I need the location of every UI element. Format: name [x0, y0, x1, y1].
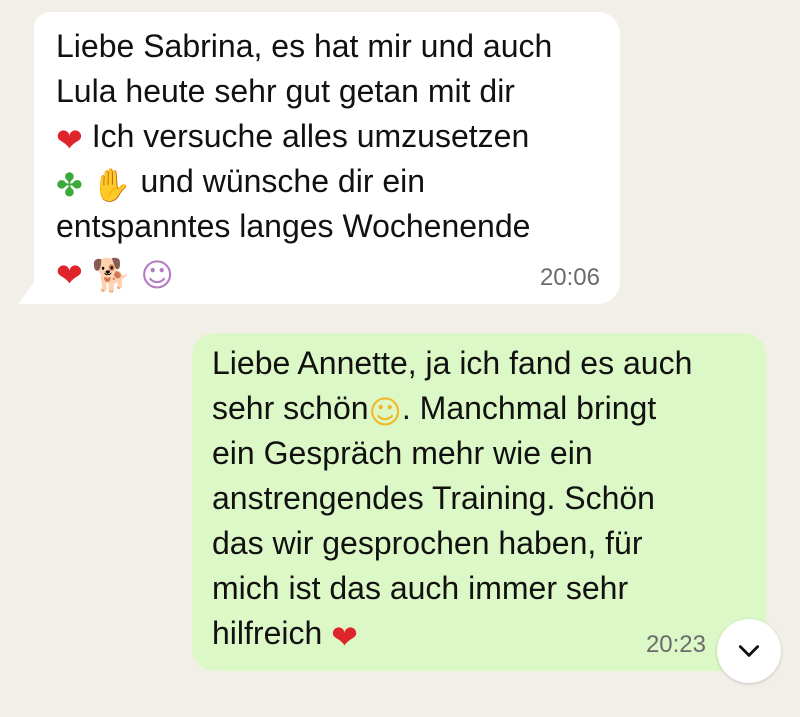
- message-line: entspanntes langes Wochenende: [56, 208, 531, 244]
- guide-dog-emoji: 🐕: [91, 256, 132, 294]
- message-line: Lula heute sehr gut getan mit dir: [56, 73, 515, 109]
- message-line-with-emoji: ❤ Ich versuche alles umzusetzen: [56, 114, 598, 159]
- message-text: Ich versuche alles umzusetzen: [91, 118, 530, 154]
- message-text: hilfreich: [212, 615, 323, 651]
- message-line: anstrengendes Training. Schön: [212, 480, 655, 516]
- red-heart-emoji: ❤: [56, 256, 83, 294]
- outgoing-message-bubble[interactable]: Liebe Annette, ja ich fand es auch sehr …: [192, 333, 766, 671]
- four-leaf-clover-emoji: ✤: [56, 166, 83, 204]
- emoji-line: ❤ 🐕 ☺: [56, 249, 598, 294]
- red-heart-emoji: ❤: [331, 618, 358, 656]
- folded-hands-emoji: ✋: [91, 166, 132, 204]
- smiling-face-with-hearts-emoji: ☺: [368, 393, 402, 431]
- person-raising-hand-emoji: ☺: [140, 256, 174, 294]
- scroll-to-bottom-button[interactable]: [717, 619, 781, 683]
- incoming-message-bubble[interactable]: Liebe Sabrina, es hat mir und auch Lula …: [34, 12, 620, 304]
- message-text: sehr schön: [212, 390, 369, 426]
- red-heart-emoji: ❤: [56, 121, 83, 159]
- message-line: ein Gespräch mehr wie ein: [212, 435, 593, 471]
- message-line: Liebe Annette, ja ich fand es auch: [212, 345, 693, 381]
- message-line: Liebe Sabrina, es hat mir und auch: [56, 28, 553, 64]
- message-text: . Manchmal bringt: [401, 390, 657, 426]
- message-line-with-emoji: sehr schön☺. Manchmal bringt: [212, 386, 746, 431]
- message-line: mich ist das auch immer sehr: [212, 570, 629, 606]
- message-timestamp: 20:06: [539, 264, 600, 291]
- message-timestamp: 20:23: [645, 631, 706, 658]
- message-line: das wir gesprochen haben, für: [212, 525, 643, 561]
- message-text: und wünsche dir ein: [140, 163, 426, 199]
- chevron-down-icon: [738, 645, 760, 657]
- message-line-with-emoji: ✤ ✋ und wünsche dir ein: [56, 159, 598, 204]
